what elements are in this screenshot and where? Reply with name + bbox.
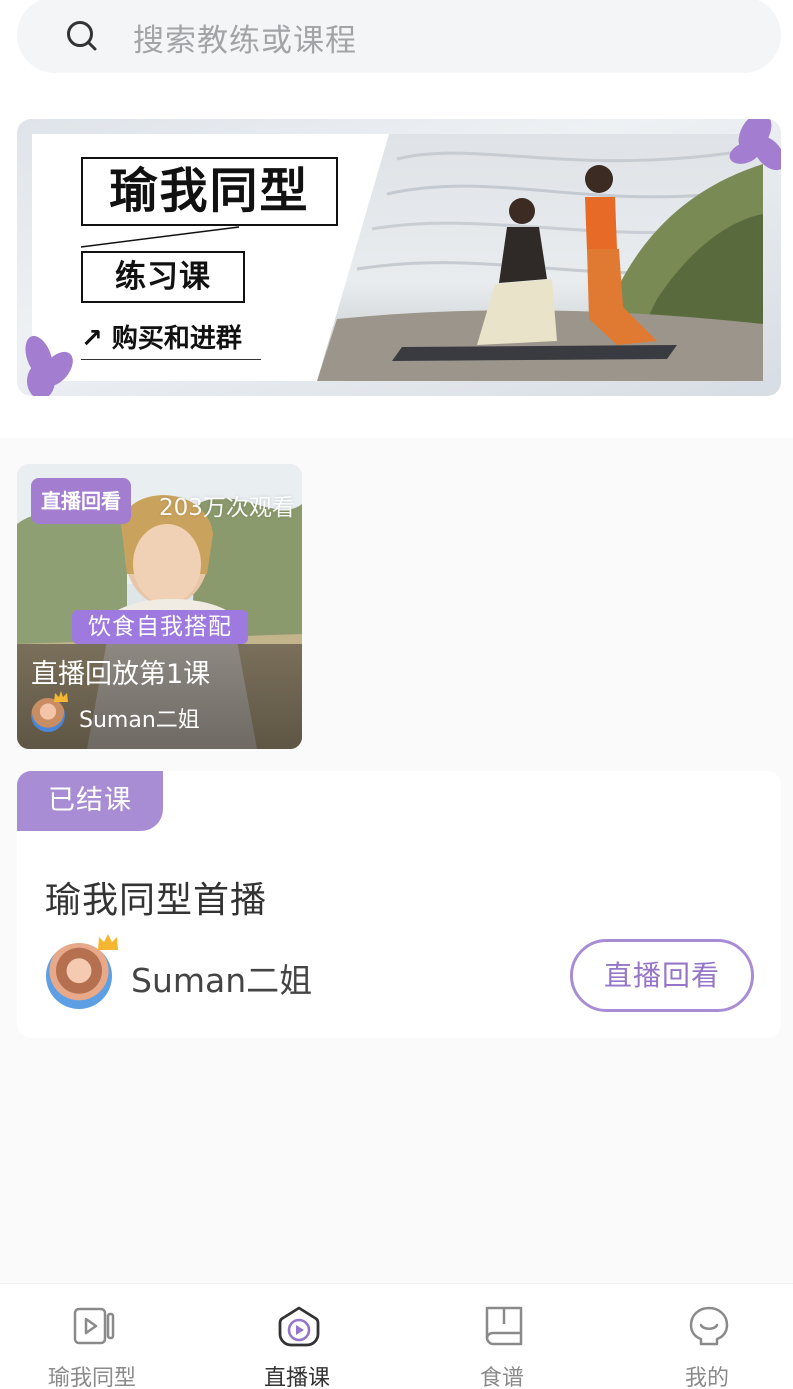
video-title: 直播回放第1课 [31,659,211,690]
crown-icon [54,691,68,702]
banner-title: 瑜我同型 [81,157,338,226]
banner-link[interactable]: ↗ 购买和进群 [81,324,261,360]
replay-button[interactable]: 直播回看 [570,939,754,1012]
tab-profile[interactable]: 我的 [627,1284,787,1389]
promo-banner[interactable]: 瑜我同型 练习课 ↗ 购买和进群 [17,119,781,396]
video-icon [73,1307,115,1345]
book-icon [485,1306,523,1346]
course-title: 瑜我同型首播 [45,880,268,921]
tab-label: 我的 [684,1366,729,1389]
tab-label: 食谱 [479,1366,524,1389]
banner-subtitle: 练习课 [81,251,245,303]
view-count: 203万次观看 [159,495,295,521]
topic-tag: 饮食自我搭配 [72,610,248,644]
replay-badge: 直播回看 [31,478,131,524]
author-name: Suman二姐 [131,961,313,1000]
profile-icon [689,1306,729,1346]
tab-label: 直播课 [263,1366,330,1389]
crown-icon [98,934,118,950]
search-placeholder: 搜索教练或课程 [133,23,357,59]
search-bar[interactable]: 搜索教练或课程 [17,0,781,73]
page: 搜索教练或课程 瑜我同型 练习课 ↗ 购买和进群 直播回看 203万次观看 饮食… [0,0,793,1389]
video-card[interactable]: 直播回看 203万次观看 饮食自我搭配 直播回放第1课 Suman二姐 [17,464,302,749]
status-badge: 已结课 [17,771,163,831]
avatar [46,943,112,1009]
search-icon [67,21,97,51]
author-name: Suman二姐 [79,708,200,733]
tab-yuwotongxing[interactable]: 瑜我同型 [12,1284,172,1389]
course-card[interactable]: 已结课 瑜我同型首播 Suman二姐 直播回看 [17,771,781,1038]
tab-recipes[interactable]: 食谱 [422,1284,582,1389]
tab-label: 瑜我同型 [47,1366,136,1389]
tab-live-courses[interactable]: 直播课 [217,1284,377,1389]
live-icon [278,1306,320,1347]
bottom-nav: 瑜我同型 直播课 食谱 我的 [0,1283,793,1389]
